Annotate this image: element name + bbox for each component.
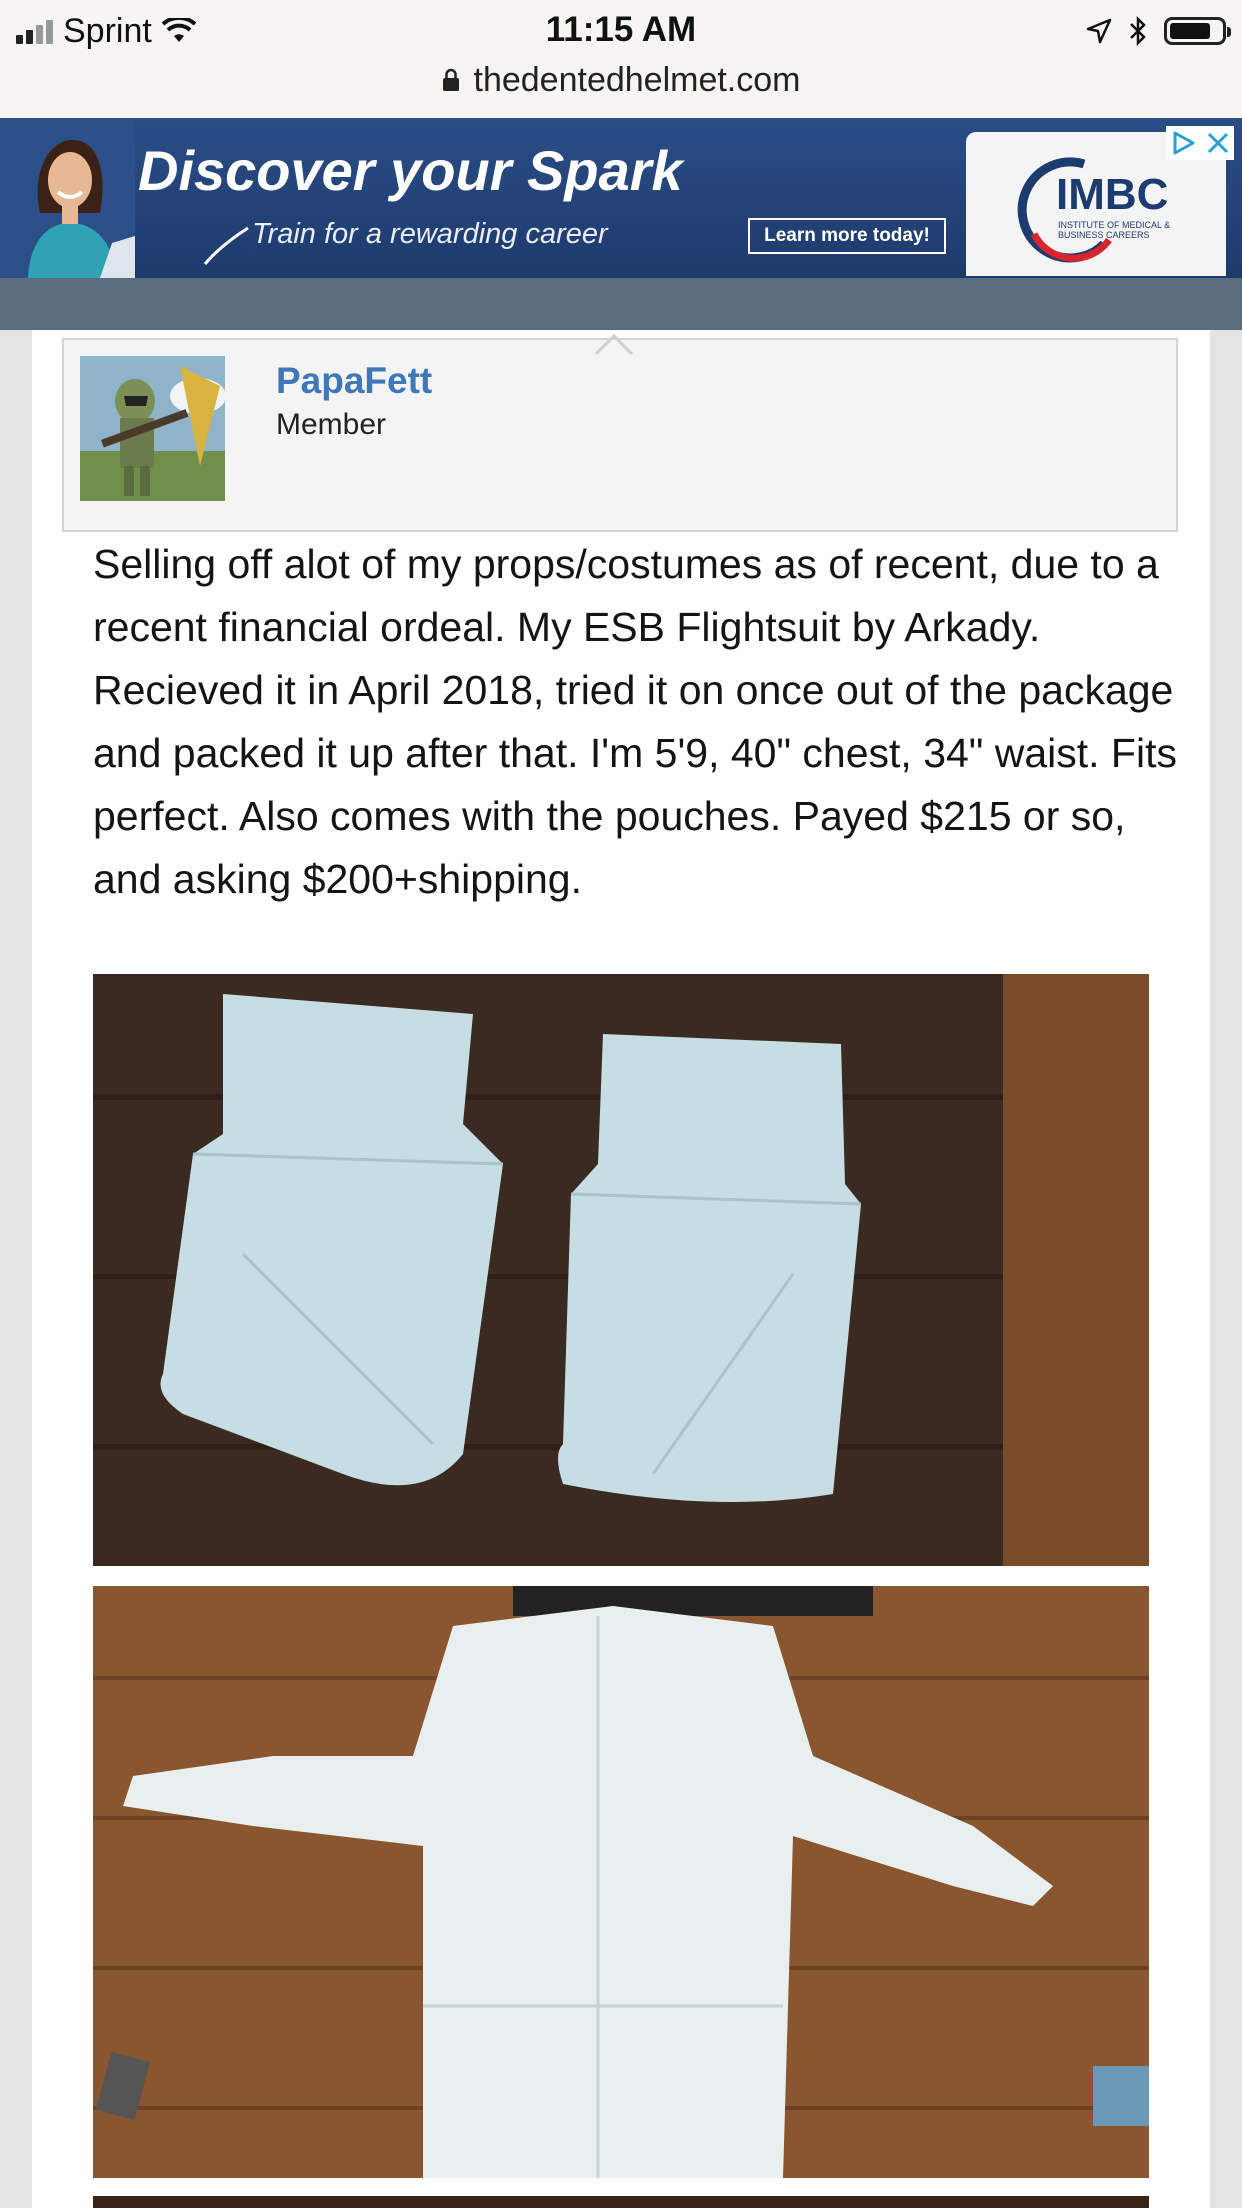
avatar[interactable] <box>80 356 225 501</box>
battery-icon <box>1164 17 1231 45</box>
ad-brand-tagline: INSTITUTE OF MEDICAL & BUSINESS CAREERS <box>1058 220 1171 240</box>
ad-headline[interactable]: Discover your Spark <box>138 138 683 203</box>
collapse-caret-icon[interactable] <box>594 332 634 356</box>
post-photo-partial[interactable] <box>93 2196 1149 2208</box>
address-bar[interactable]: thedentedhelmet.com <box>0 58 1242 102</box>
post-author-box <box>62 338 1178 532</box>
ad-bottom-strip <box>0 278 1242 330</box>
status-bar: Sprint 11:15 AM thedentedhelmet.com <box>0 0 1242 118</box>
status-right <box>1086 12 1231 50</box>
post-body: Selling off alot of my props/costumes as… <box>93 541 1177 902</box>
post-photo-flightsuit[interactable] <box>93 1586 1149 2178</box>
battery-level <box>1170 23 1210 39</box>
ad-learn-more-button[interactable]: Learn more today! <box>748 218 946 254</box>
status-time: 11:15 AM <box>545 10 697 49</box>
ad-banner[interactable]: Discover your Spark Train for a rewardin… <box>0 118 1242 278</box>
bluetooth-icon <box>1130 15 1146 47</box>
ad-controls[interactable] <box>1166 126 1234 160</box>
ad-brand-name: IMBC <box>1056 170 1169 219</box>
adchoices-icon[interactable] <box>1171 130 1197 156</box>
location-arrow-icon <box>1086 18 1112 44</box>
post-photo-pouches[interactable] <box>93 974 1149 1566</box>
lock-icon <box>442 68 459 91</box>
ad-subline: Train for a rewarding career <box>252 218 608 250</box>
url-text[interactable]: thedentedhelmet.com <box>474 61 801 100</box>
ad-swoosh-icon <box>203 226 249 265</box>
post-user-title: Member <box>276 408 387 441</box>
close-icon[interactable] <box>1206 131 1230 155</box>
ad-model-image <box>0 118 135 278</box>
post-username[interactable]: PapaFett <box>276 360 432 402</box>
